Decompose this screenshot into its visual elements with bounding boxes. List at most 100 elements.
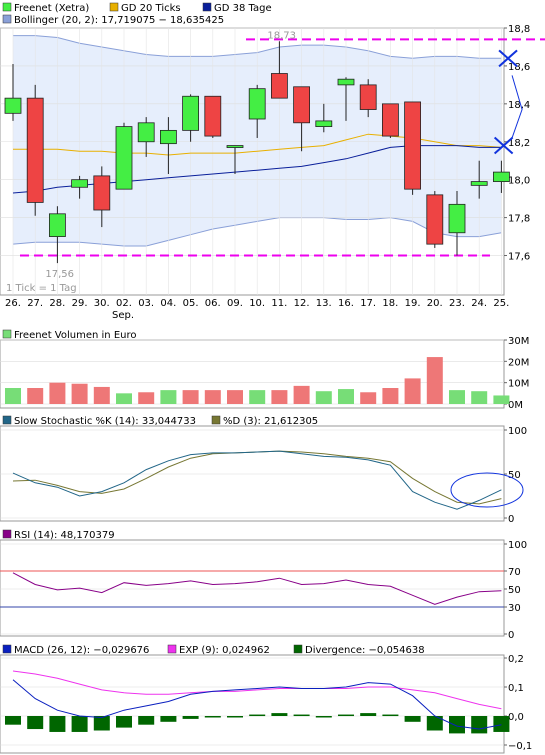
volume-bar: [404, 378, 421, 404]
legend-swatch-macd: [2, 644, 12, 654]
volume-bar: [315, 391, 332, 404]
legend-divergence: Divergence: −0,054638: [305, 645, 425, 656]
tick-note: 1 Tick = 1 Tag: [6, 283, 77, 294]
divergence-bar: [116, 716, 132, 728]
legend-rsi: RSI (14): 48,170379: [14, 530, 115, 541]
candle-body: [404, 101, 422, 190]
divergence-bar: [315, 716, 332, 718]
volume-bar: [27, 388, 44, 404]
stoch-panel-frame: [0, 425, 505, 522]
macd-axis-tick-label: −0,1: [508, 741, 532, 752]
x-tick-label: 05.: [183, 298, 199, 309]
stock-chart: Freenet (Xetra) GD 20 Ticks GD 38 Tage B…: [0, 2, 545, 754]
candle-body: [293, 86, 311, 124]
candle-body: [337, 78, 355, 86]
legend-swatch-rsi: [2, 529, 12, 539]
stoch-axis-tick-label: 0: [508, 514, 514, 525]
x-tick-label: 13.: [316, 298, 332, 309]
macd-axis-tick-label: 0,0: [508, 712, 524, 723]
candle-body: [226, 145, 244, 148]
volume-bar: [360, 392, 377, 404]
volume-axis-tick-label: 30M: [508, 336, 529, 347]
divergence-bar: [5, 716, 21, 725]
volume-axis-tick-label: 10M: [508, 379, 529, 390]
divergence-bar: [360, 713, 377, 716]
legend-gd38: GD 38 Tage: [214, 3, 272, 14]
high-label: 18,73: [267, 30, 296, 41]
volume-bar: [71, 383, 88, 404]
price-axis-tick-label: 17,6: [508, 252, 530, 263]
stoch-k-line: [12, 450, 502, 510]
x-tick-label: 04.: [160, 298, 176, 309]
candle-body: [470, 181, 488, 186]
x-tick-label: 16.: [338, 298, 354, 309]
x-tick-label: 26.: [5, 298, 21, 309]
x-tick-label: 12.: [294, 298, 310, 309]
volume-bar: [93, 386, 110, 404]
price-axis-tick-label: 17,8: [508, 214, 530, 225]
legend-swatch-stoch-k: [2, 415, 12, 425]
low-label: 17,56: [45, 269, 74, 280]
legend-bollinger: Bollinger (20, 2): 17,719075 − 18,635425: [14, 15, 224, 26]
candle-body: [71, 179, 88, 188]
stoch-axis-tick-label: 100: [508, 426, 527, 437]
candle-body: [182, 95, 200, 131]
x-tick-label: 10.: [249, 298, 265, 309]
legend-swatch-exp: [167, 644, 177, 654]
x-tick-label: 06.: [205, 298, 221, 309]
candle-body: [115, 126, 133, 190]
candle-body: [426, 194, 444, 245]
legend-swatch-bollinger: [2, 14, 12, 24]
x-tick-label: 03.: [138, 298, 154, 309]
legend-swatch-freenet: [2, 2, 12, 12]
volume-bar: [204, 390, 221, 404]
month-label: Sep.: [112, 310, 134, 321]
x-tick-label: 02.: [116, 298, 132, 309]
volume-bar: [227, 390, 243, 404]
volume-axis-tick-label: 20M: [508, 357, 529, 368]
divergence-bar: [293, 714, 310, 717]
x-tick-label: 27.: [27, 298, 43, 309]
candle-body: [137, 122, 155, 143]
x-tick-label: 23.: [449, 298, 465, 309]
legend-swatch-gd20: [109, 2, 119, 12]
divergence-bar: [249, 714, 266, 717]
candle-body: [248, 88, 266, 120]
macd-axis-tick-label: 0,2: [508, 654, 524, 665]
candle-body: [448, 203, 466, 234]
chart-marks: 17,617,818,018,218,418,618,818,7317,5626…: [0, 24, 545, 752]
candle-body: [26, 97, 44, 203]
volume-bar: [382, 388, 399, 404]
price-axis-tick-label: 18,0: [508, 176, 530, 187]
divergence-bar: [404, 716, 421, 722]
rsi-axis-tick-label: 30: [508, 603, 521, 614]
candle-body: [359, 84, 377, 110]
rsi-axis-tick-label: 50: [508, 585, 521, 596]
divergence-bar: [49, 716, 66, 732]
candle-body: [4, 97, 22, 114]
divergence-bar: [271, 713, 288, 716]
legend-exp: EXP (9): 0,024962: [179, 645, 270, 656]
volume-bar: [338, 389, 354, 404]
volume-bar: [5, 388, 21, 404]
divergence-bar: [93, 716, 110, 731]
price-axis-tick-label: 18,4: [508, 100, 530, 111]
price-legend: Freenet (Xetra) GD 20 Ticks GD 38 Tage B…: [2, 2, 272, 26]
legend-stoch-k: Slow Stochastic %K (14): 33,044733: [14, 416, 196, 427]
rsi-axis-tick-label: 0: [508, 630, 514, 641]
candle-body: [270, 73, 288, 99]
divergence-bar: [138, 716, 155, 725]
x-tick-label: 19.: [405, 298, 421, 309]
legend-freenet: Freenet (Xetra): [14, 3, 89, 14]
exp-line: [12, 670, 502, 710]
x-tick-label: 17.: [360, 298, 376, 309]
volume-bar: [293, 385, 310, 404]
candle-body: [492, 171, 510, 182]
candle-body: [204, 95, 222, 137]
rsi-line: [12, 572, 502, 605]
legend-macd: MACD (26, 12): −0,029676: [14, 645, 149, 656]
legend-stoch-d: %D (3): 21,612305: [223, 416, 318, 427]
candle-body: [49, 213, 66, 237]
volume-bar: [493, 395, 510, 404]
x-tick-label: 18.: [382, 298, 398, 309]
